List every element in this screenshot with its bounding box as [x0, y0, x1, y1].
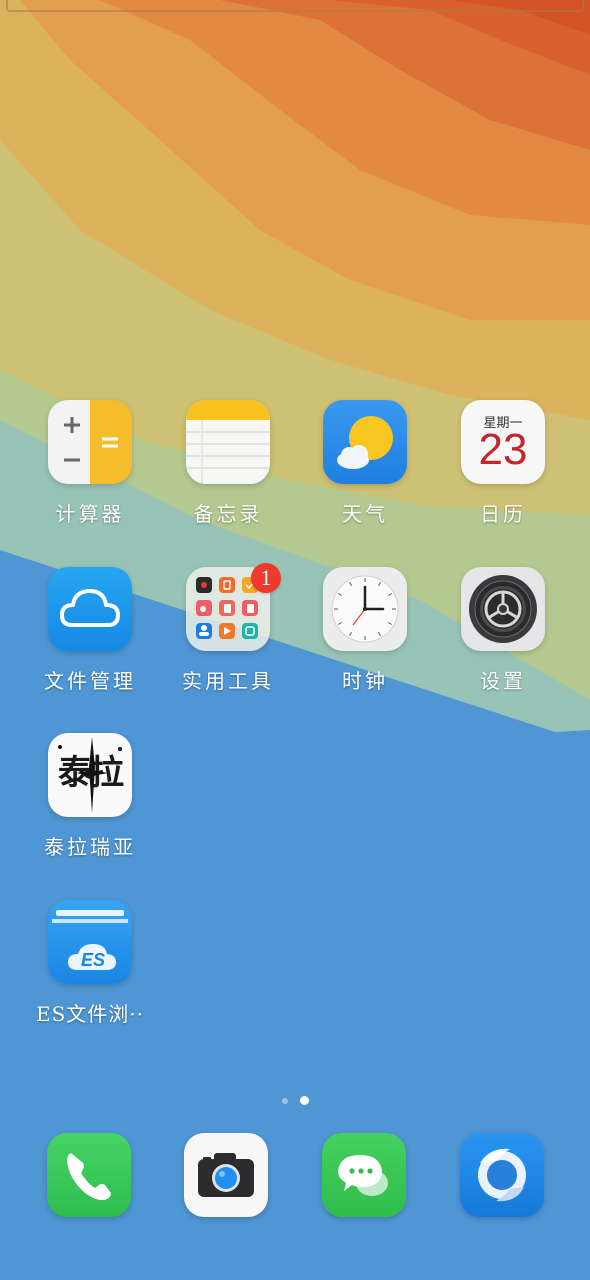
- app-terraria[interactable]: 泰拉 泰拉瑞亚: [25, 733, 155, 883]
- weather-icon: [323, 400, 407, 484]
- app-es-file-explorer[interactable]: ES ES文件浏··: [25, 900, 155, 1050]
- camera-icon: [184, 1133, 268, 1217]
- app-calculator[interactable]: 计算器: [25, 400, 155, 550]
- page-dot-2-active[interactable]: [300, 1096, 309, 1105]
- es-logo-text: ES: [80, 950, 105, 970]
- app-weather[interactable]: 天气: [300, 400, 430, 550]
- calendar-icon: 星期一 23: [461, 400, 545, 484]
- dock-browser[interactable]: [460, 1133, 544, 1217]
- calendar-day: 23: [478, 425, 528, 474]
- app-clock[interactable]: 时钟: [300, 567, 430, 717]
- es-file-icon: ES: [48, 900, 132, 984]
- browser-icon: [460, 1133, 544, 1217]
- app-label: 设置: [480, 669, 526, 693]
- dock-phone[interactable]: [47, 1133, 131, 1217]
- dock-messages[interactable]: [322, 1133, 406, 1217]
- notification-badge: 1: [251, 563, 281, 593]
- dock-camera[interactable]: [184, 1133, 268, 1217]
- gear-icon: [461, 567, 545, 651]
- page-indicator[interactable]: [280, 1096, 312, 1106]
- status-bar-frame: [6, 0, 584, 12]
- app-utilities-folder[interactable]: 1 实用工具: [163, 563, 293, 717]
- app-notes[interactable]: 备忘录: [163, 400, 293, 550]
- phone-icon: [47, 1133, 131, 1217]
- terraria-icon: 泰拉: [48, 733, 132, 817]
- page-dot-1[interactable]: [282, 1098, 288, 1104]
- notes-icon: [186, 400, 270, 484]
- cloud-icon: [48, 567, 132, 651]
- app-label: 泰拉瑞亚: [44, 835, 136, 859]
- app-settings[interactable]: 设置: [438, 567, 568, 717]
- calculator-icon: [48, 400, 132, 484]
- clock-icon: [323, 567, 407, 651]
- messages-icon: [322, 1133, 406, 1217]
- app-label: 日历: [480, 502, 526, 526]
- app-file-manager[interactable]: 文件管理: [25, 567, 155, 717]
- app-label: ES文件浏··: [35, 1002, 144, 1026]
- app-calendar[interactable]: 星期一 23 日历: [438, 400, 568, 550]
